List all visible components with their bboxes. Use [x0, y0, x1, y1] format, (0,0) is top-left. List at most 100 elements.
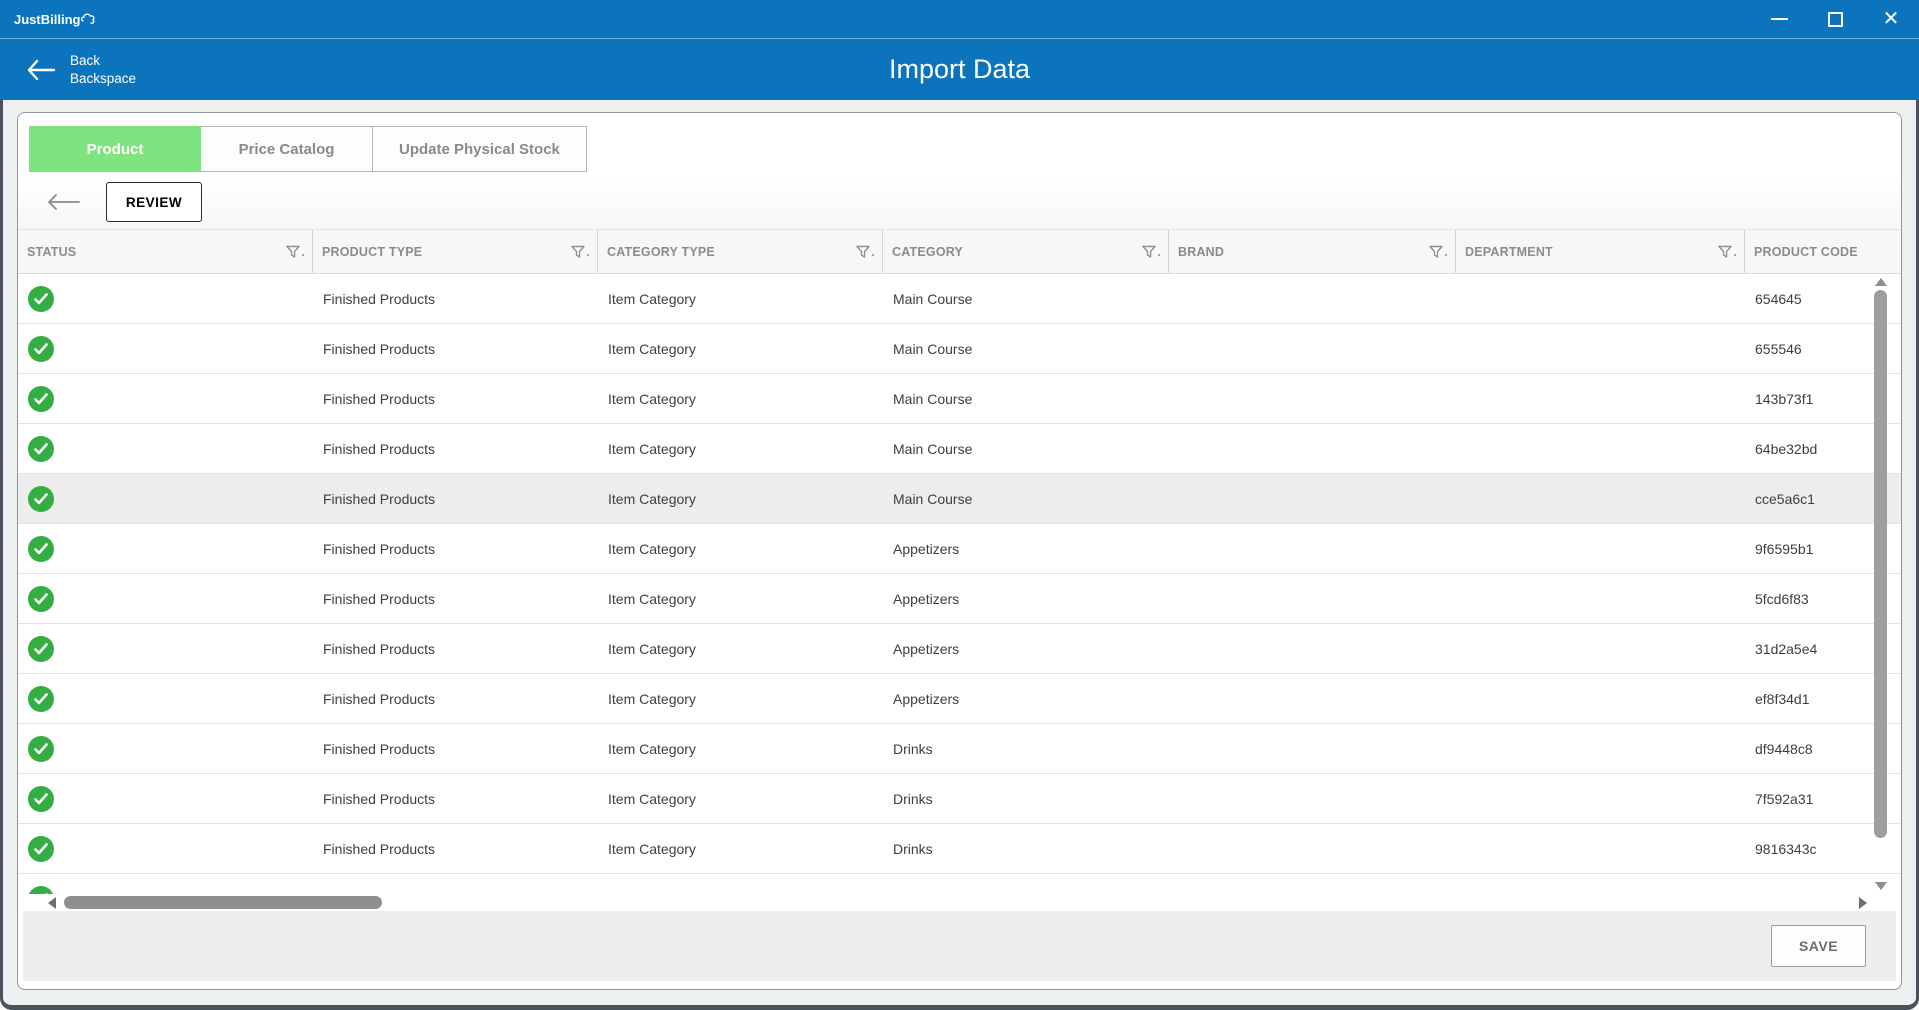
cell-category: Main Course: [883, 274, 1169, 323]
cell-category-type: Item Category: [598, 774, 883, 823]
filter-icon: [1142, 245, 1156, 259]
app-logo-text: JustBilling: [14, 12, 80, 27]
cell-product-type: Finished Products: [313, 374, 598, 423]
table-row[interactable]: Finished ProductsItem CategoryMain Cours…: [18, 324, 1901, 374]
minimize-icon: [1771, 18, 1788, 20]
status-success-icon: [28, 636, 54, 662]
cell-category: Drinks: [883, 724, 1169, 773]
table-row[interactable]: Finished ProductsItem CategoryAppetizers…: [18, 574, 1901, 624]
cell-status: [18, 324, 313, 373]
status-success-icon: [28, 286, 54, 312]
cell-category-type: Item Category: [598, 524, 883, 573]
cell-brand: [1169, 274, 1456, 323]
cell-category-type: Item Category: [598, 824, 883, 873]
scroll-up-icon[interactable]: [1875, 278, 1887, 286]
cell-category-type: Item Category: [598, 324, 883, 373]
cloud-icon: [80, 11, 96, 27]
table-row[interactable]: Finished ProductsItem CategoryMain Cours…: [18, 424, 1901, 474]
cell-department: [1456, 824, 1745, 873]
column-header-category: CATEGORY.: [883, 230, 1169, 273]
maximize-icon: [1828, 12, 1843, 27]
tab-product[interactable]: Product: [29, 126, 201, 172]
tab-update-physical-stock[interactable]: Update Physical Stock: [373, 126, 587, 172]
filter-button[interactable]: .: [856, 245, 875, 259]
cell-category-type: Item Category: [598, 674, 883, 723]
table-row[interactable]: Finished ProductsItem CategoryDrinks9816…: [18, 824, 1901, 874]
table-row[interactable]: Finished ProductsItem CategoryMain Cours…: [18, 274, 1901, 324]
filter-button[interactable]: .: [1429, 245, 1448, 259]
filter-button[interactable]: .: [1718, 245, 1737, 259]
cell-product-type: Finished Products: [313, 624, 598, 673]
scroll-left-icon[interactable]: [48, 897, 56, 909]
cell-brand: [1169, 724, 1456, 773]
cell-product-type: Finished Products: [313, 824, 598, 873]
cell-brand: [1169, 424, 1456, 473]
cell-department: [1456, 624, 1745, 673]
cell-category: Main Course: [883, 474, 1169, 523]
cell-category: Main Course: [883, 374, 1169, 423]
cell-product-type: Finished Products: [313, 274, 598, 323]
maximize-button[interactable]: [1807, 0, 1863, 38]
vertical-scrollbar-thumb[interactable]: [1874, 290, 1887, 838]
cell-status: [18, 374, 313, 423]
cell-product-type: Finished Products: [313, 474, 598, 523]
close-button[interactable]: ✕: [1863, 0, 1919, 38]
table-row[interactable]: Finished ProductsItem CategoryAppetizers…: [18, 674, 1901, 724]
import-tabs: ProductPrice CatalogUpdate Physical Stoc…: [18, 113, 1901, 175]
table-row[interactable]: Finished ProductsItem CategoryMain Cours…: [18, 374, 1901, 424]
review-button[interactable]: REVIEW: [106, 182, 202, 222]
import-table: STATUS.PRODUCT TYPE.CATEGORY TYPE.CATEGO…: [18, 229, 1901, 911]
minimize-button[interactable]: [1751, 0, 1807, 38]
status-success-icon: [28, 786, 54, 812]
filter-icon: [286, 245, 300, 259]
status-success-icon: [28, 436, 54, 462]
table-row[interactable]: Finished ProductsItem CategoryAppetizers…: [18, 624, 1901, 674]
cell-category: Main Course: [883, 424, 1169, 473]
filter-button[interactable]: .: [286, 245, 305, 259]
cell-department: [1456, 674, 1745, 723]
horizontal-scrollbar[interactable]: [18, 894, 1901, 911]
window-titlebar: JustBilling ✕: [0, 0, 1919, 38]
status-success-icon: [28, 586, 54, 612]
cell-department: [1456, 474, 1745, 523]
cell-status: [18, 274, 313, 323]
table-row[interactable]: Finished ProductsItem CategoryDrinks7f59…: [18, 774, 1901, 824]
table-row[interactable]: Finished ProductsItem CategoryAppetizers…: [18, 524, 1901, 574]
scroll-right-icon[interactable]: [1859, 897, 1867, 909]
cell-status: [18, 524, 313, 573]
status-success-icon: [28, 336, 54, 362]
cell-category: Appetizers: [883, 574, 1169, 623]
cell-department: [1456, 774, 1745, 823]
table-row[interactable]: Finished ProductsItem CategoryMain Cours…: [18, 474, 1901, 524]
cell-category: Appetizers: [883, 524, 1169, 573]
cell-status: [18, 824, 313, 873]
horizontal-scrollbar-thumb[interactable]: [64, 896, 382, 909]
back-label: Back Backspace: [70, 52, 136, 87]
filter-button[interactable]: .: [1142, 245, 1161, 259]
vertical-scrollbar[interactable]: [1873, 274, 1888, 894]
scroll-down-icon[interactable]: [1875, 882, 1887, 890]
cell-category-type: Item Category: [598, 474, 883, 523]
cell-category-type: Item Category: [598, 574, 883, 623]
status-success-icon: [28, 736, 54, 762]
save-button[interactable]: SAVE: [1771, 925, 1866, 967]
toolbar-back-button[interactable]: [46, 192, 82, 212]
toolbar-back-arrow-icon: [46, 192, 82, 212]
cell-category: Appetizers: [883, 674, 1169, 723]
cell-product-type: Finished Products: [313, 574, 598, 623]
review-toolbar: REVIEW: [18, 175, 1901, 229]
filter-button[interactable]: .: [571, 245, 590, 259]
back-button[interactable]: Back Backspace: [26, 52, 136, 87]
cell-category: Drinks: [883, 774, 1169, 823]
filter-icon: [856, 245, 870, 259]
table-row[interactable]: Finished ProductsItem CategoryDrinksdf94…: [18, 724, 1901, 774]
cell-brand: [1169, 474, 1456, 523]
cell-category: Drinks: [883, 824, 1169, 873]
cell-category-type: Item Category: [598, 274, 883, 323]
cell-status: [18, 774, 313, 823]
cell-product-type: Finished Products: [313, 674, 598, 723]
back-arrow-icon: [26, 59, 56, 81]
column-header-status: STATUS.: [18, 230, 313, 273]
cell-product-type: Finished Products: [313, 424, 598, 473]
tab-price-catalog[interactable]: Price Catalog: [201, 126, 373, 172]
